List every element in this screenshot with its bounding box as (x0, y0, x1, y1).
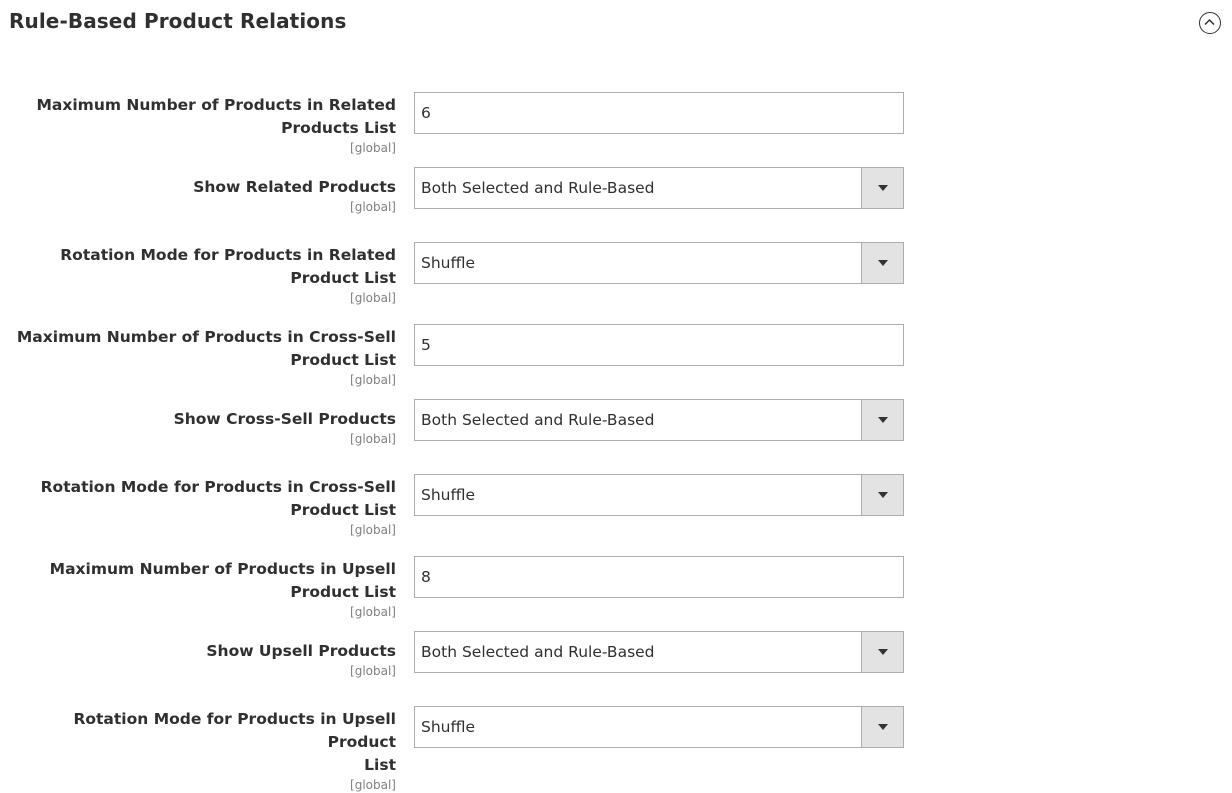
scope-badge: [global] (350, 432, 396, 446)
label-text-line2: Product List (290, 583, 396, 601)
label-text: Maximum Number of Products in Related (36, 96, 396, 114)
label-text: Show Cross-Sell Products (173, 410, 396, 428)
scope-badge: [global] (350, 605, 396, 619)
crosssell-max-input[interactable] (414, 324, 904, 366)
show-crosssell-select[interactable]: Both Selected and Rule-Based (414, 399, 904, 441)
label-text: Maximum Number of Products in Cross-Sell (16, 328, 396, 346)
related-max-input[interactable] (414, 92, 904, 134)
caret-down-icon (878, 492, 888, 498)
collapse-section-icon[interactable] (1199, 12, 1221, 34)
caret-down-icon (878, 724, 888, 730)
label-text-line2: Product List (290, 269, 396, 287)
field-label: Show Related Products [global] (6, 176, 396, 215)
scope-badge: [global] (350, 373, 396, 387)
show-upsell-select[interactable]: Both Selected and Rule-Based (414, 631, 904, 673)
label-text: Maximum Number of Products in Upsell (49, 560, 396, 578)
upsell-max-input[interactable] (414, 556, 904, 598)
label-text: Show Related Products (193, 178, 396, 196)
label-text: Rotation Mode for Products in Related (60, 246, 396, 264)
dropdown-button[interactable] (861, 243, 903, 283)
label-text: Rotation Mode for Products in Upsell Pro… (73, 710, 396, 751)
caret-down-icon (878, 260, 888, 266)
field-label: Rotation Mode for Products in Cross-Sell… (6, 476, 396, 538)
label-text-line2: Product List (290, 501, 396, 519)
field-label: Show Upsell Products [global] (6, 640, 396, 679)
rotation-upsell-select[interactable]: Shuffle (414, 706, 904, 748)
label-text: Rotation Mode for Products in Cross-Sell (40, 478, 396, 496)
field-label: Rotation Mode for Products in Upsell Pro… (6, 708, 396, 793)
scope-badge: [global] (350, 291, 396, 305)
label-text-line2: List (364, 756, 396, 774)
select-value: Both Selected and Rule-Based (421, 643, 655, 661)
field-label: Maximum Number of Products in Upsell Pro… (6, 558, 396, 620)
scope-badge: [global] (350, 664, 396, 678)
caret-down-icon (878, 185, 888, 191)
dropdown-button[interactable] (861, 168, 903, 208)
scope-badge: [global] (350, 200, 396, 214)
field-label: Rotation Mode for Products in Related Pr… (6, 244, 396, 306)
field-label: Maximum Number of Products in Cross-Sell… (6, 326, 396, 388)
dropdown-button[interactable] (861, 632, 903, 672)
label-text-line2: Products List (281, 119, 396, 137)
select-value: Both Selected and Rule-Based (421, 411, 655, 429)
dropdown-button[interactable] (861, 707, 903, 747)
label-text: Show Upsell Products (206, 642, 396, 660)
select-value: Shuffle (421, 486, 476, 504)
rotation-crosssell-select[interactable]: Shuffle (414, 474, 904, 516)
label-text-line2: Product List (290, 351, 396, 369)
select-value: Shuffle (421, 718, 476, 736)
dropdown-button[interactable] (861, 475, 903, 515)
chevron-up-icon (1204, 18, 1215, 26)
select-value: Both Selected and Rule-Based (421, 179, 655, 197)
field-label: Maximum Number of Products in Related Pr… (6, 94, 396, 156)
rotation-related-select[interactable]: Shuffle (414, 242, 904, 284)
section-title: Rule-Based Product Relations (9, 9, 347, 33)
caret-down-icon (878, 649, 888, 655)
show-related-select[interactable]: Both Selected and Rule-Based (414, 167, 904, 209)
select-value: Shuffle (421, 254, 476, 272)
scope-badge: [global] (350, 523, 396, 537)
scope-badge: [global] (350, 141, 396, 155)
field-label: Show Cross-Sell Products [global] (6, 408, 396, 447)
caret-down-icon (878, 417, 888, 423)
dropdown-button[interactable] (861, 400, 903, 440)
